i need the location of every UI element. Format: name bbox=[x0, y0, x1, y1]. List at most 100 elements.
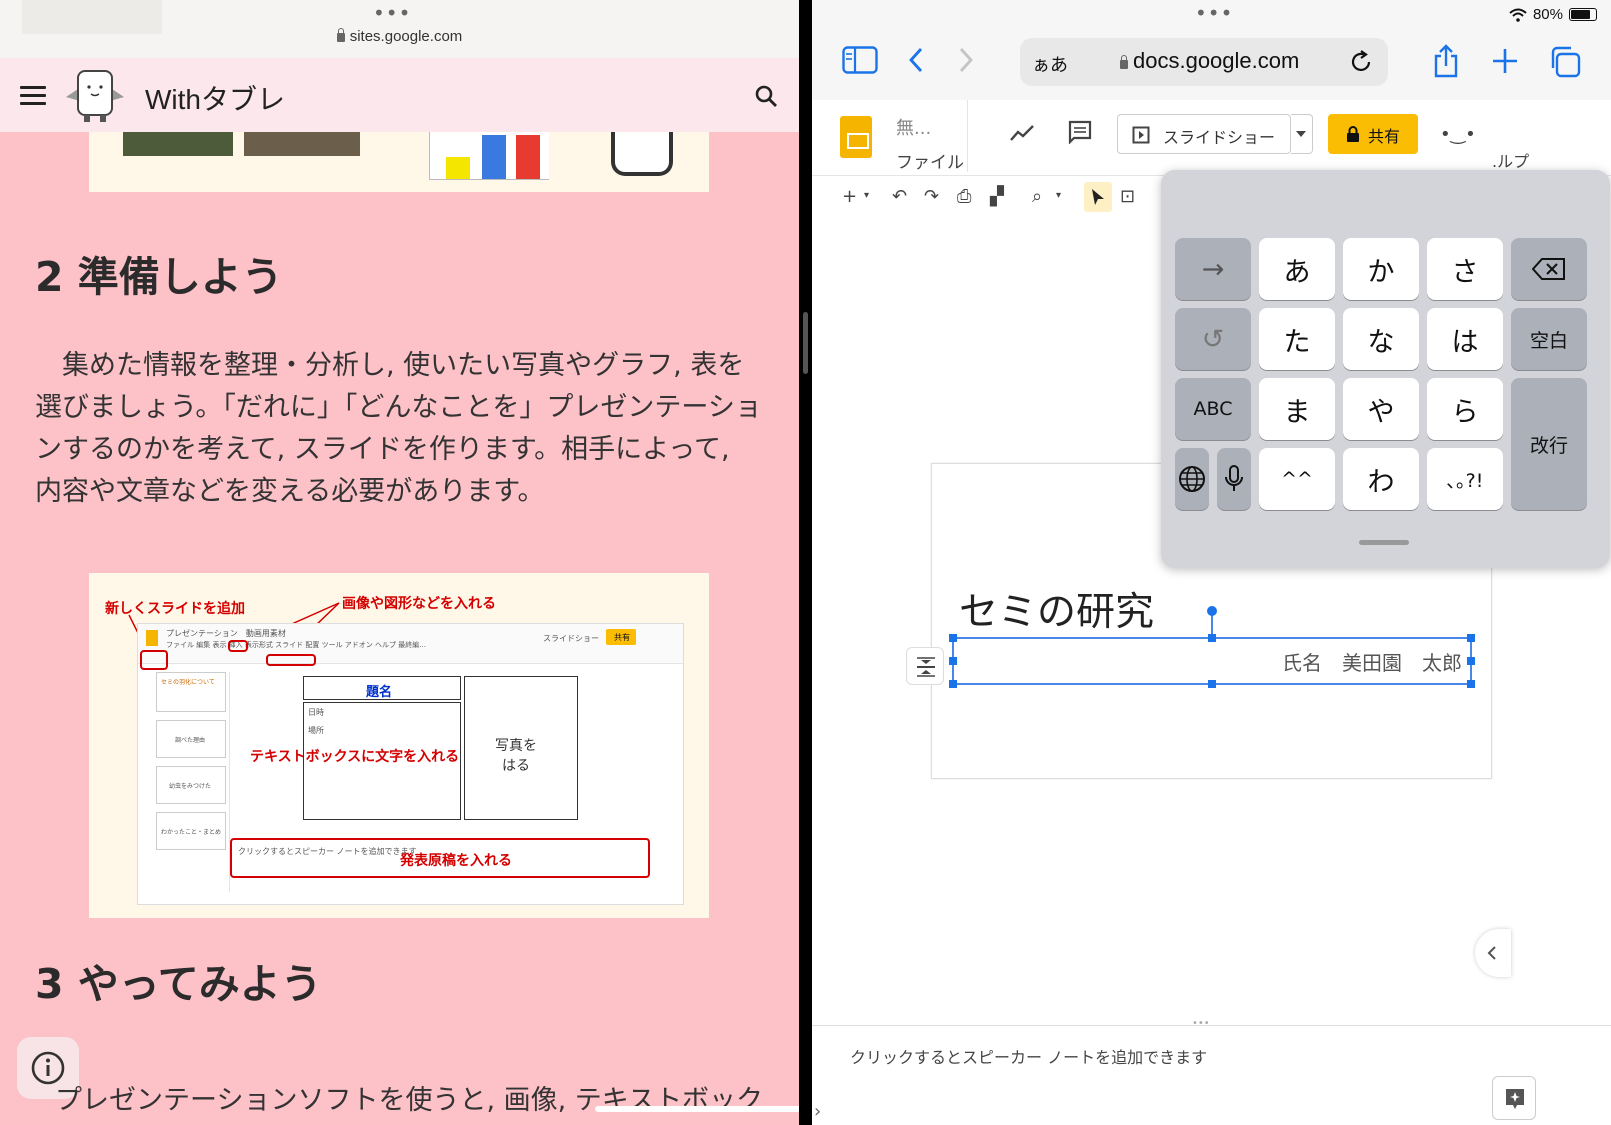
key-space[interactable]: 空白 bbox=[1511, 308, 1587, 370]
reload-icon[interactable] bbox=[1348, 49, 1374, 75]
share-sheet-icon[interactable] bbox=[1432, 44, 1460, 82]
add-slide-icon[interactable]: + bbox=[842, 186, 857, 207]
activity-trend-icon[interactable] bbox=[1009, 124, 1035, 146]
address-bar[interactable]: ぁあ docs.google.com bbox=[1020, 38, 1388, 86]
key-ma[interactable]: ま bbox=[1259, 378, 1335, 440]
explore-button[interactable] bbox=[1492, 1076, 1536, 1120]
subtitle-textbox[interactable]: 氏名 美田園 太郎 bbox=[949, 634, 1475, 688]
key-emoticon[interactable]: ^^ bbox=[1259, 448, 1335, 510]
key-undo[interactable]: ↺ bbox=[1175, 308, 1251, 370]
key-sa[interactable]: さ bbox=[1427, 238, 1503, 300]
mini-slideshow: スライドショー bbox=[543, 634, 599, 643]
resize-handle[interactable] bbox=[949, 634, 957, 642]
select-tool-icon[interactable] bbox=[1084, 182, 1112, 212]
hamburger-menu-icon[interactable] bbox=[20, 86, 46, 106]
key-punctuation[interactable]: ､｡?! bbox=[1427, 448, 1503, 510]
mini-slides-logo bbox=[146, 630, 158, 646]
key-next[interactable]: → bbox=[1175, 238, 1251, 300]
zoom-icon[interactable]: ⌕ bbox=[1032, 186, 1042, 207]
site-logo[interactable] bbox=[64, 67, 126, 125]
lock-share-icon bbox=[1347, 126, 1359, 142]
highlight-insert bbox=[228, 640, 248, 652]
notes-resize-handle[interactable]: ••• bbox=[1192, 1018, 1210, 1029]
site-title[interactable]: Withタブレ bbox=[145, 78, 285, 118]
key-ya[interactable]: や bbox=[1343, 378, 1419, 440]
left-address-bar[interactable]: ••• sites.google.com bbox=[0, 0, 799, 58]
file-menu[interactable]: ファイル bbox=[896, 148, 964, 173]
avatar-fragment[interactable]: •‿• bbox=[1440, 124, 1476, 145]
microphone-icon bbox=[1225, 465, 1243, 491]
document-title[interactable]: 無... bbox=[896, 114, 931, 140]
new-tab-icon[interactable] bbox=[1492, 48, 1518, 78]
key-backspace[interactable] bbox=[1511, 238, 1587, 300]
resize-handle[interactable] bbox=[949, 657, 957, 665]
url-text: docs.google.com bbox=[1120, 48, 1299, 74]
slides-screenshot: プレゼンテーション 動画用素材 ファイル 編集 表示 挿入 表示形式 スライド … bbox=[137, 623, 684, 905]
slides-tutorial-figure: 新しくスライドを追加 画像や図形などを入れる プレゼンテーション 動画用素材 フ… bbox=[89, 573, 709, 918]
highlight-add bbox=[140, 650, 168, 670]
right-browser-pane: ••• 80% ぁあ docs.google.com 無... ファイル スライ… bbox=[812, 0, 1611, 1125]
wifi-icon bbox=[1509, 8, 1527, 22]
multitask-dots[interactable]: ••• bbox=[373, 3, 411, 23]
battery-percent: 80% bbox=[1532, 6, 1563, 23]
comments-icon[interactable] bbox=[1068, 120, 1092, 148]
resize-handle[interactable] bbox=[1208, 634, 1216, 642]
undo-icon[interactable]: ↶ bbox=[892, 186, 907, 207]
print-icon[interactable]: ⎙ bbox=[957, 186, 971, 207]
slide-author-name[interactable]: 氏名 美田園 太郎 bbox=[1282, 647, 1462, 676]
redo-icon[interactable]: ↷ bbox=[924, 186, 939, 207]
textbox-tool-icon[interactable]: ⊡ bbox=[1120, 186, 1135, 207]
resize-handle[interactable] bbox=[1208, 680, 1216, 688]
speaker-notes[interactable]: ••• クリックするとスピーカー ノートを追加できます › bbox=[812, 1018, 1611, 1125]
slideshow-options-dropdown[interactable] bbox=[1291, 114, 1313, 154]
keyboard-drag-handle[interactable] bbox=[1359, 540, 1409, 545]
vertical-align-button[interactable] bbox=[906, 647, 944, 685]
home-indicator[interactable] bbox=[595, 1106, 799, 1112]
key-ha[interactable]: は bbox=[1427, 308, 1503, 370]
chevron-left-icon bbox=[1487, 946, 1496, 960]
slideshow-button[interactable]: スライドショー bbox=[1117, 114, 1291, 154]
share-button[interactable]: 共有 bbox=[1328, 114, 1418, 154]
reader-button[interactable]: ぁあ bbox=[1032, 51, 1068, 77]
key-globe[interactable] bbox=[1175, 448, 1209, 510]
resize-handle[interactable] bbox=[949, 680, 957, 688]
tabs-overview-icon[interactable] bbox=[1549, 46, 1581, 82]
section-2-heading: 2 準備しよう bbox=[35, 253, 283, 301]
add-slide-dropdown-icon[interactable]: ▾ bbox=[864, 190, 869, 201]
resize-handle[interactable] bbox=[1467, 657, 1475, 665]
key-dictation[interactable] bbox=[1217, 448, 1251, 510]
key-na[interactable]: な bbox=[1343, 308, 1419, 370]
bark-photo bbox=[244, 132, 360, 156]
header-separator bbox=[967, 100, 968, 172]
rotation-handle[interactable] bbox=[1207, 606, 1217, 616]
expand-filmstrip-icon[interactable]: › bbox=[814, 1101, 821, 1122]
key-a[interactable]: あ bbox=[1259, 238, 1335, 300]
back-icon[interactable] bbox=[907, 46, 925, 78]
resize-handle[interactable] bbox=[1467, 680, 1475, 688]
key-abc[interactable]: ABC bbox=[1175, 378, 1251, 440]
section-2-paragraph: 集めた情報を整理・分析し, 使いたい写真やグラフ, 表を選びましょう。「だれに」… bbox=[35, 350, 762, 507]
left-url[interactable]: sites.google.com bbox=[0, 28, 799, 45]
lock-icon bbox=[336, 28, 345, 42]
divider-grip[interactable] bbox=[803, 312, 808, 374]
mini-app-title: プレゼンテーション 動画用素材 bbox=[166, 629, 286, 638]
zoom-dropdown-icon[interactable]: ▾ bbox=[1056, 190, 1061, 201]
search-icon[interactable] bbox=[754, 84, 778, 108]
key-ka[interactable]: か bbox=[1343, 238, 1419, 300]
key-wa[interactable]: わ bbox=[1343, 448, 1419, 510]
paint-format-icon[interactable]: ▞ bbox=[990, 186, 1004, 207]
help-menu-fragment[interactable]: .ルプ bbox=[1492, 148, 1529, 172]
key-ta[interactable]: た bbox=[1259, 308, 1335, 370]
speaker-notes-placeholder[interactable]: クリックするとスピーカー ノートを追加できます bbox=[850, 1044, 1207, 1068]
key-return[interactable]: 改行 bbox=[1511, 378, 1587, 510]
slide-title[interactable]: セミの研究 bbox=[959, 581, 1154, 637]
resize-handle[interactable] bbox=[1467, 634, 1475, 642]
forward-icon[interactable] bbox=[957, 46, 975, 78]
floating-keyboard: → あ か さ ↺ た な は 空白 ABC ま や ら 改行 ^^ わ ､｡?… bbox=[1161, 170, 1610, 568]
slides-logo-icon[interactable] bbox=[840, 116, 872, 158]
top-figure-strip bbox=[89, 132, 709, 192]
sidebar-toggle-icon[interactable] bbox=[842, 46, 878, 78]
split-view-divider[interactable] bbox=[799, 0, 812, 1125]
multitask-dots-right[interactable]: ••• bbox=[1195, 3, 1233, 23]
key-ra[interactable]: ら bbox=[1427, 378, 1503, 440]
